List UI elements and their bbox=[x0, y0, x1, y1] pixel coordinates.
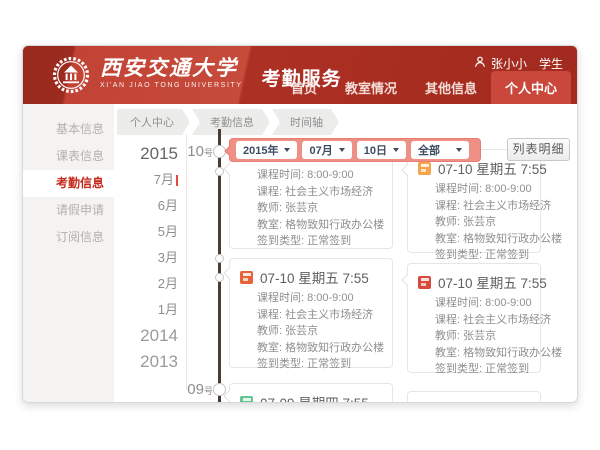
vertical-separator bbox=[186, 134, 187, 390]
sidebar-item-subscription[interactable]: 订阅信息 bbox=[23, 224, 114, 251]
card-detail-line: 签到类型: 正常签到 bbox=[408, 247, 540, 264]
user-info[interactable]: 张小小 学生 bbox=[474, 55, 563, 72]
card-detail-line: 课程时间: 8:00-9:00 bbox=[230, 290, 392, 307]
university-name-en: XI'AN JIAO TONG UNIVERSITY bbox=[100, 82, 243, 89]
card-date-title: 07-09 星期四 7:55 bbox=[260, 392, 369, 403]
list-detail-button[interactable]: 列表明细 bbox=[507, 138, 570, 161]
attendance-card: 07-10 星期五 7:55 课程时间: 8:00-9:00 课程: 社会主义市… bbox=[229, 258, 393, 368]
attendance-card: 07-10 星期五 7:55 课程时间: 8:00-9:00 课程: 社会主义市… bbox=[407, 263, 541, 373]
user-role: 学生 bbox=[539, 55, 563, 72]
breadcrumb: 个人中心 考勤信息 时间轴 bbox=[117, 109, 341, 135]
day-select[interactable]: 10日 bbox=[357, 141, 406, 159]
ynav-june[interactable]: 6月 bbox=[121, 193, 178, 219]
nav-item-classrooms[interactable]: 教室情况 bbox=[331, 71, 411, 104]
nav-item-home[interactable]: 首页 bbox=[277, 71, 331, 104]
card-detail-line: 课程: 社会主义市场经济 bbox=[408, 312, 540, 329]
ynav-2014[interactable]: 2014 bbox=[121, 323, 178, 349]
app-window: 西安交通大学 XI'AN JIAO TONG UNIVERSITY 考勤服务 张… bbox=[22, 45, 578, 403]
status-icon bbox=[240, 271, 253, 284]
ynav-july[interactable]: 7月 bbox=[121, 167, 178, 193]
filter-bar-tail bbox=[224, 145, 235, 156]
card-detail-line: 教室: 格物致知行政办公楼 bbox=[408, 345, 540, 362]
status-icon bbox=[418, 162, 431, 175]
status-icon bbox=[240, 396, 253, 404]
status-icon bbox=[418, 276, 431, 289]
timeline-node bbox=[215, 273, 224, 282]
ynav-january[interactable]: 1月 bbox=[121, 297, 178, 323]
nav-item-other-info[interactable]: 其他信息 bbox=[411, 71, 491, 104]
date-filter-bar: 2015年 07月 10日 全部 bbox=[229, 138, 481, 162]
person-icon bbox=[474, 56, 486, 71]
timeline-node bbox=[215, 167, 224, 176]
attendance-card: 07-10 星期五 7:55 课程时间: 8:00-9:00 课程: 社会主义市… bbox=[407, 149, 541, 253]
user-name: 张小小 bbox=[491, 55, 527, 72]
card-detail-line: 课程: 社会主义市场经济 bbox=[408, 198, 540, 215]
ynav-march[interactable]: 3月 bbox=[121, 245, 178, 271]
attendance-card-sliver bbox=[407, 391, 541, 403]
current-month-tick bbox=[176, 175, 178, 186]
sidebar: 基本信息 课表信息 考勤信息 请假申请 订阅信息 bbox=[23, 104, 114, 402]
day-label-10[interactable]: 10号 bbox=[175, 143, 213, 161]
chevron-down-icon bbox=[456, 148, 462, 152]
chevron-down-icon bbox=[393, 148, 399, 152]
sidebar-item-basic-info[interactable]: 基本信息 bbox=[23, 116, 114, 143]
app-header: 西安交通大学 XI'AN JIAO TONG UNIVERSITY 考勤服务 张… bbox=[23, 46, 577, 104]
card-detail-line: 教师: 张芸京 bbox=[408, 214, 540, 231]
ynav-february[interactable]: 2月 bbox=[121, 271, 178, 297]
card-detail-line: 教师: 张芸京 bbox=[408, 328, 540, 345]
attendance-card-clipped: 07-09 星期四 7:55 bbox=[229, 383, 393, 403]
card-detail-line: 课程: 社会主义市场经济 bbox=[230, 307, 392, 324]
ynav-may[interactable]: 5月 bbox=[121, 219, 178, 245]
month-select[interactable]: 07月 bbox=[302, 141, 351, 159]
main-nav: 首页 教室情况 其他信息 个人中心 bbox=[277, 71, 571, 104]
day-label-09[interactable]: 09号 bbox=[175, 381, 213, 399]
card-detail-line: 课程: 社会主义市场经济 bbox=[230, 184, 392, 201]
year-select[interactable]: 2015年 bbox=[236, 141, 297, 159]
breadcrumb-attendance[interactable]: 考勤信息 bbox=[192, 109, 270, 135]
university-name-cn: 西安交通大学 bbox=[100, 55, 243, 80]
sidebar-item-schedule[interactable]: 课表信息 bbox=[23, 143, 114, 170]
card-detail-line: 教室: 格物致知行政办公楼 bbox=[230, 217, 392, 234]
screenshot-canvas: 西安交通大学 XI'AN JIAO TONG UNIVERSITY 考勤服务 张… bbox=[0, 0, 600, 450]
sidebar-item-attendance[interactable]: 考勤信息 bbox=[23, 170, 114, 197]
chevron-down-icon bbox=[339, 148, 345, 152]
card-detail-line: 课程时间: 8:00-9:00 bbox=[408, 181, 540, 198]
card-detail-line: 课程时间: 8:00-9:00 bbox=[230, 167, 392, 184]
card-detail-line: 教室: 格物致知行政办公楼 bbox=[408, 231, 540, 248]
card-detail-line: 课程时间: 8:00-9:00 bbox=[408, 295, 540, 312]
year-month-nav: 2015 7月 6月 5月 3月 2月 1月 2014 2013 bbox=[121, 141, 178, 375]
type-select[interactable]: 全部 bbox=[411, 141, 469, 159]
card-detail-line: 签到类型: 正常签到 bbox=[230, 356, 392, 373]
ynav-2013[interactable]: 2013 bbox=[121, 349, 178, 375]
sidebar-item-leave-request[interactable]: 请假申请 bbox=[23, 197, 114, 224]
nav-item-personal-center[interactable]: 个人中心 bbox=[491, 71, 571, 104]
card-date-title: 07-10 星期五 7:55 bbox=[260, 267, 369, 287]
timeline-node-day09[interactable] bbox=[213, 383, 226, 396]
attendance-card-covered: 课程时间: 8:00-9:00 课程: 社会主义市场经济 教师: 张芸京 教室:… bbox=[229, 152, 393, 249]
chevron-down-icon bbox=[284, 148, 290, 152]
timeline-node bbox=[215, 254, 224, 263]
card-detail-line: 教师: 张芸京 bbox=[230, 323, 392, 340]
breadcrumb-personal-center[interactable]: 个人中心 bbox=[117, 109, 190, 135]
card-detail-line: 教师: 张芸京 bbox=[230, 200, 392, 217]
card-detail-line: 签到类型: 正常签到 bbox=[230, 233, 392, 250]
card-date-title: 07-10 星期五 7:55 bbox=[438, 272, 547, 292]
card-detail-line: 教室: 格物致知行政办公楼 bbox=[230, 340, 392, 357]
ynav-2015[interactable]: 2015 bbox=[121, 141, 178, 167]
breadcrumb-timeline[interactable]: 时间轴 bbox=[272, 109, 339, 135]
university-seal-icon bbox=[51, 55, 91, 95]
card-detail-line: 签到类型: 正常签到 bbox=[408, 361, 540, 378]
